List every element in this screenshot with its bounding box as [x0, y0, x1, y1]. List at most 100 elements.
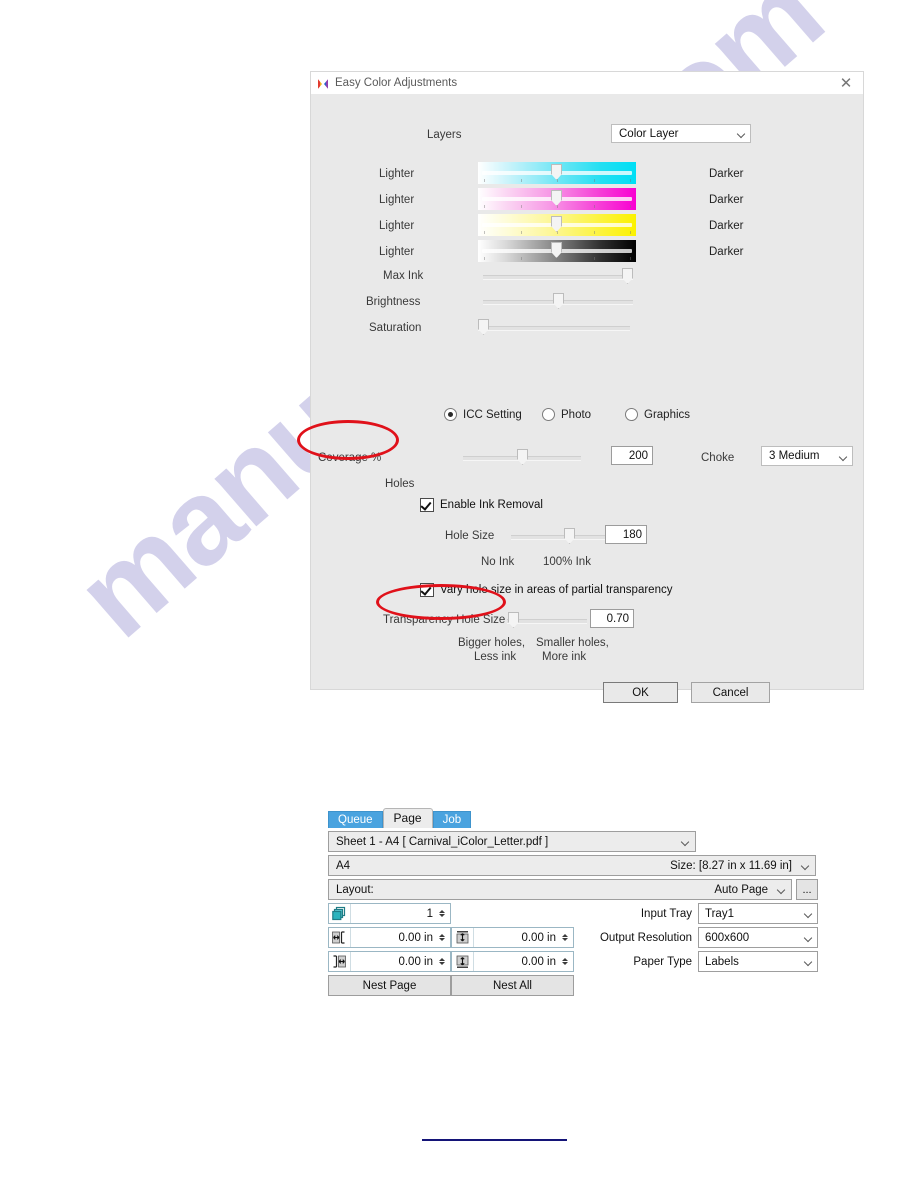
offset-right-stepper[interactable]: 0.00 in [328, 951, 451, 972]
offset-left-value[interactable]: 0.00 in [351, 932, 436, 944]
checkbox-icon [420, 583, 434, 597]
offset-horizontal-row: 0.00 in 0.00 in [328, 927, 574, 948]
hole-size-slider-thumb[interactable] [564, 528, 575, 544]
dialog-titlebar: Easy Color Adjustments ✕ [311, 72, 863, 94]
offset-left-stepper[interactable]: 0.00 in [328, 927, 451, 948]
paper-type-value: Labels [705, 955, 739, 968]
nest-page-button[interactable]: Nest Page [328, 975, 451, 996]
cyan-ticks [484, 179, 631, 182]
transparency-hole-size-slider[interactable] [507, 610, 587, 630]
paper-size-selector[interactable]: A4 Size: [8.27 in x 11.69 in] [328, 855, 816, 876]
less-ink-label: Less ink [474, 651, 517, 663]
brightness-slider-thumb[interactable] [553, 293, 564, 309]
cyan-lighter-label: Lighter [379, 168, 415, 180]
panel-left-column: 1 0.00 in 0.00 in 0.00 in 0.00 in Nest P… [328, 903, 574, 996]
copies-icon [329, 904, 351, 923]
yellow-lighter-label: Lighter [379, 220, 415, 232]
transparency-hole-size-slider-thumb[interactable] [508, 612, 519, 628]
max-ink-slider[interactable] [483, 266, 633, 286]
coverage-value-input[interactable]: 200 [611, 446, 653, 465]
hole-size-slider[interactable] [511, 526, 611, 546]
offset-bottom-value[interactable]: 0.00 in [474, 956, 559, 968]
output-resolution-select[interactable]: 600x600 [698, 927, 818, 948]
layers-select[interactable]: Color Layer [611, 124, 751, 143]
coverage-slider[interactable] [463, 447, 581, 467]
yellow-darker-label: Darker [709, 220, 744, 232]
copies-value[interactable]: 1 [351, 908, 436, 920]
brightness-slider[interactable] [483, 291, 633, 311]
black-slider[interactable] [478, 240, 636, 262]
holes-label-wrap: Holes [385, 478, 414, 490]
sheet-selector[interactable]: Sheet 1 - A4 [ Carnival_iColor_Letter.pd… [328, 831, 696, 852]
radio-graphics-label: Graphics [644, 408, 691, 421]
offset-top-spinner-arrows[interactable] [559, 934, 573, 941]
copies-stepper[interactable]: 1 [328, 903, 451, 924]
max-ink-slider-thumb[interactable] [622, 268, 633, 284]
saturation-track [478, 326, 630, 331]
cyan-slider[interactable] [478, 162, 636, 184]
paper-type-select[interactable]: Labels [698, 951, 818, 972]
vary-hole-size-checkbox[interactable]: Vary hole size in areas of partial trans… [420, 583, 672, 597]
tab-queue[interactable]: Queue [328, 811, 383, 828]
magenta-slider[interactable] [478, 188, 636, 210]
input-tray-label: Input Tray [640, 907, 692, 920]
radio-photo-label: Photo [561, 408, 592, 421]
vary-hole-size-label: Vary hole size in areas of partial trans… [440, 584, 673, 596]
checkbox-icon [420, 498, 434, 512]
choke-select[interactable]: 3 Medium [761, 446, 853, 466]
chevron-down-icon [801, 861, 810, 870]
bigger-holes-label: Bigger holes, [458, 637, 526, 649]
choke-select-value: 3 Medium [769, 450, 820, 462]
input-tray-select[interactable]: Tray1 [698, 903, 818, 924]
coverage-slider-thumb[interactable] [517, 449, 528, 465]
enable-ink-removal-checkbox[interactable]: Enable Ink Removal [420, 498, 543, 512]
hole-size-label-wrap: Hole Size [445, 530, 494, 542]
yellow-slider[interactable] [478, 214, 636, 236]
radio-icc-setting[interactable]: ICC Setting [444, 408, 522, 421]
offset-right-spinner-arrows[interactable] [436, 958, 450, 965]
offset-bottom-stepper[interactable]: 0.00 in [451, 951, 574, 972]
black-darker-label: Darker [709, 246, 744, 258]
nest-buttons-row: Nest Page Nest All [328, 972, 574, 996]
offset-top-stepper[interactable]: 0.00 in [451, 927, 574, 948]
layers-select-value: Color Layer [619, 127, 679, 140]
offset-bottom-spinner-arrows[interactable] [559, 958, 573, 965]
hole-size-value-input[interactable]: 180 [605, 525, 647, 544]
magenta-darker-label: Darker [709, 194, 744, 206]
layout-selector[interactable]: Layout: Auto Page [328, 879, 793, 900]
chevron-down-icon [804, 933, 813, 942]
chevron-down-icon [804, 909, 813, 918]
transparency-hole-size-track [507, 619, 587, 624]
radio-graphics[interactable]: Graphics [625, 408, 690, 421]
more-ink-label: More ink [542, 651, 587, 663]
ok-button[interactable]: OK [603, 682, 678, 703]
holes-label: Holes [385, 478, 415, 490]
copies-spinner-arrows[interactable] [436, 910, 450, 917]
offset-left-spinner-arrows[interactable] [436, 934, 450, 941]
sheet-selector-value: Sheet 1 - A4 [ Carnival_iColor_Letter.pd… [336, 835, 549, 848]
tab-job[interactable]: Job [432, 811, 472, 828]
hole-size-track [511, 535, 611, 540]
radio-photo[interactable]: Photo [542, 408, 591, 421]
offset-top-icon [452, 928, 474, 947]
offset-right-value[interactable]: 0.00 in [351, 956, 436, 968]
nest-all-button[interactable]: Nest All [451, 975, 574, 996]
magenta-ticks [484, 205, 631, 208]
cyan-lighter-label-wrap: Lighter [379, 168, 414, 180]
app-logo-icon [317, 77, 329, 90]
easy-color-adjustments-dialog: Easy Color Adjustments ✕ Layers Color La… [311, 72, 863, 703]
transparency-hole-size-value-input[interactable]: 0.70 [590, 609, 634, 628]
magenta-darker-label-wrap: Darker [709, 194, 744, 206]
offset-bottom-icon [452, 952, 474, 971]
layers-label-wrap: Layers [427, 129, 462, 141]
offset-top-value[interactable]: 0.00 in [474, 932, 559, 944]
cancel-button[interactable]: Cancel [691, 682, 770, 703]
saturation-slider[interactable] [478, 317, 630, 337]
tab-page[interactable]: Page [382, 808, 433, 828]
layout-more-button[interactable]: ... [796, 879, 818, 900]
close-icon[interactable]: ✕ [837, 74, 855, 92]
saturation-slider-thumb[interactable] [478, 319, 489, 335]
coverage-label-wrap: Coverage % [318, 452, 381, 464]
yellow-darker-label-wrap: Darker [709, 220, 744, 232]
input-tray-row: Input Tray Tray1 [580, 903, 818, 924]
